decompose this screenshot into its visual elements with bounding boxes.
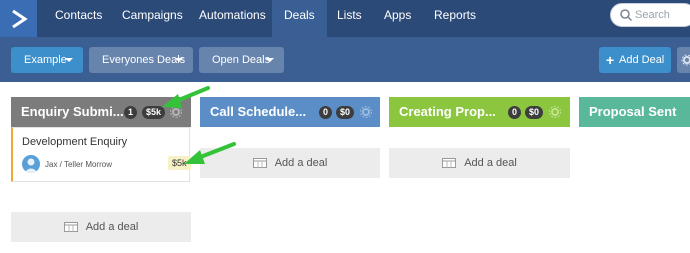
deal-contact[interactable]: Jax / Teller Morrow xyxy=(45,160,112,169)
deal-card[interactable]: Development Enquiry Jax / Teller Morrow … xyxy=(11,127,191,182)
pipeline-label: Example xyxy=(24,54,67,66)
add-deal-icon xyxy=(442,158,457,169)
deal-title: Development Enquiry xyxy=(22,136,128,148)
gear-icon[interactable] xyxy=(359,105,373,119)
stage-title: Proposal Sent xyxy=(589,104,677,119)
deals-page: Contacts Campaigns Automations Deals Lis… xyxy=(0,0,690,253)
add-a-deal-button[interactable]: Add a deal xyxy=(11,212,191,242)
logo-icon[interactable] xyxy=(0,0,37,37)
stage-column-creating-proposal: Creating Prop... 0 $0 Add a deal xyxy=(389,97,570,178)
deal-count-badge: 0 xyxy=(508,106,522,119)
top-navigation: Contacts Campaigns Automations Deals Lis… xyxy=(0,0,690,37)
nav-campaigns[interactable]: Campaigns xyxy=(110,0,195,37)
nav-deals[interactable]: Deals xyxy=(272,0,327,37)
settings-button[interactable] xyxy=(677,47,690,73)
add-deal-icon xyxy=(63,222,78,233)
gear-icon xyxy=(681,54,690,66)
deal-value-badge: $0 xyxy=(525,106,544,119)
search-input[interactable]: Search xyxy=(610,3,690,27)
stage-column-call-scheduled: Call Schedule... 0 $0 Add a deal xyxy=(200,97,380,178)
deal-count-badge: 1 xyxy=(124,106,138,119)
add-deal-label: Add Deal xyxy=(619,54,665,66)
annotation-arrow-icon xyxy=(162,86,210,108)
stage-header[interactable]: Call Schedule... 0 $0 xyxy=(200,97,380,127)
chevron-down-icon xyxy=(266,58,274,62)
deal-value-badge: $0 xyxy=(336,106,355,119)
add-deal-button[interactable]: + Add Deal xyxy=(599,47,671,73)
add-deal-icon xyxy=(252,158,267,169)
nav-apps[interactable]: Apps xyxy=(372,0,423,37)
pipeline-dropdown[interactable]: Example xyxy=(11,47,83,73)
deal-count-badge: 0 xyxy=(319,106,333,119)
owner-filter-label: Everyones Deals xyxy=(102,54,186,66)
nav-lists[interactable]: Lists xyxy=(325,0,374,37)
nav-automations[interactable]: Automations xyxy=(187,0,278,37)
search-placeholder: Search xyxy=(635,9,670,21)
status-filter-dropdown[interactable]: Open Deals xyxy=(199,47,284,73)
annotation-arrow-icon xyxy=(184,142,236,164)
stage-column-proposal-sent: Proposal Sent Add a deal xyxy=(579,97,690,127)
stage-title: Creating Prop... xyxy=(399,104,496,119)
add-a-deal-button[interactable]: Add a deal xyxy=(389,148,570,178)
gear-icon[interactable] xyxy=(548,105,562,119)
nav-reports[interactable]: Reports xyxy=(422,0,488,37)
search-icon xyxy=(620,9,633,22)
add-a-deal-label: Add a deal xyxy=(464,157,517,169)
status-filter-label: Open Deals xyxy=(212,54,271,66)
stage-title: Enquiry Submi... xyxy=(21,104,124,119)
avatar xyxy=(22,155,40,173)
nav-contacts[interactable]: Contacts xyxy=(43,0,114,37)
stage-header[interactable]: Creating Prop... 0 $0 xyxy=(389,97,570,127)
stage-header[interactable]: Proposal Sent xyxy=(579,97,690,127)
plus-icon: + xyxy=(606,52,615,68)
deals-toolbar: Example Everyones Deals Open Deals + Add… xyxy=(0,37,690,82)
chevron-down-icon xyxy=(175,58,183,62)
stage-title: Call Schedule... xyxy=(210,104,307,119)
chevron-down-icon xyxy=(65,58,73,62)
add-a-deal-label: Add a deal xyxy=(85,221,139,233)
owner-filter-dropdown[interactable]: Everyones Deals xyxy=(89,47,193,73)
add-a-deal-label: Add a deal xyxy=(274,157,328,169)
